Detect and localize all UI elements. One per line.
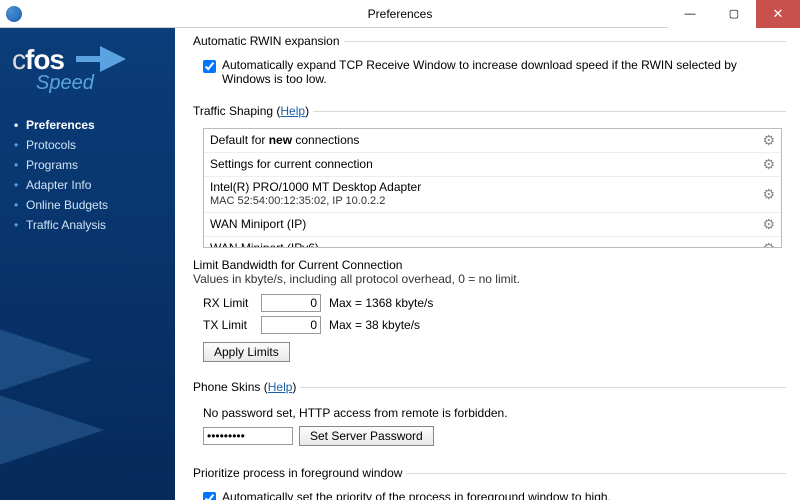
section-traffic-legend: Traffic Shaping (Help) [193, 104, 313, 118]
conn-row-adapter[interactable]: Intel(R) PRO/1000 MT Desktop Adapter MAC… [204, 177, 781, 213]
nav-online-budgets[interactable]: Online Budgets [14, 195, 175, 215]
rwin-checkbox-label: Automatically expand TCP Receive Window … [222, 58, 786, 86]
gear-icon[interactable]: ⚙ [762, 132, 775, 149]
nav-protocols[interactable]: Protocols [14, 135, 175, 155]
server-password-input[interactable] [203, 427, 293, 445]
nav-traffic-analysis[interactable]: Traffic Analysis [14, 215, 175, 235]
rx-limit-label: RX Limit [203, 296, 253, 310]
conn-label: Intel(R) PRO/1000 MT Desktop Adapter MAC… [210, 180, 421, 209]
conn-row-current[interactable]: Settings for current connection ⚙ [204, 153, 781, 177]
section-phone-legend: Phone Skins (Help) [193, 380, 300, 394]
apply-limits-button[interactable]: Apply Limits [203, 342, 290, 362]
app-icon [6, 6, 22, 22]
rwin-checkbox[interactable] [203, 60, 216, 73]
nav-programs[interactable]: Programs [14, 155, 175, 175]
window-controls: — ▢ ✕ [668, 0, 800, 28]
titlebar: Preferences — ▢ ✕ [0, 0, 800, 28]
nav-preferences[interactable]: Preferences [14, 115, 175, 135]
sidebar-decoration [0, 300, 175, 500]
gear-icon[interactable]: ⚙ [762, 216, 775, 233]
rx-limit-max: Max = 1368 kbyte/s [329, 296, 433, 310]
nav-list: Preferences Protocols Programs Adapter I… [0, 115, 175, 235]
close-button[interactable]: ✕ [756, 0, 800, 28]
section-rwin-legend: Automatic RWIN expansion [193, 34, 344, 48]
prioritize-checkbox[interactable] [203, 492, 216, 500]
section-traffic: Traffic Shaping (Help) Default for new c… [193, 104, 786, 368]
section-prioritize-legend: Prioritize process in foreground window [193, 466, 406, 480]
conn-row-wan-ipv6[interactable]: WAN Miniport (IPv6) ⚙ [204, 237, 781, 248]
phone-text: No password set, HTTP access from remote… [203, 406, 786, 420]
gear-icon[interactable]: ⚙ [762, 156, 775, 173]
tx-limit-max: Max = 38 kbyte/s [329, 318, 420, 332]
gear-icon[interactable]: ⚙ [762, 186, 775, 203]
section-prioritize: Prioritize process in foreground window … [193, 466, 786, 500]
set-server-password-button[interactable]: Set Server Password [299, 426, 434, 446]
prioritize-checkbox-label: Automatically set the priority of the pr… [222, 490, 611, 500]
logo: cfos Speed [0, 28, 175, 115]
conn-label: WAN Miniport (IPv6) [210, 241, 319, 248]
conn-label: Default for new connections [210, 133, 359, 148]
gear-icon[interactable]: ⚙ [762, 240, 775, 248]
tx-limit-input[interactable] [261, 316, 321, 334]
sidebar: cfos Speed Preferences Protocols Program… [0, 28, 175, 500]
tx-limit-label: TX Limit [203, 318, 253, 332]
connection-list[interactable]: Default for new connections ⚙ Settings f… [203, 128, 782, 248]
conn-row-default[interactable]: Default for new connections ⚙ [204, 129, 781, 153]
nav-adapter-info[interactable]: Adapter Info [14, 175, 175, 195]
conn-label: Settings for current connection [210, 157, 373, 172]
conn-row-wan-ip[interactable]: WAN Miniport (IP) ⚙ [204, 213, 781, 237]
content-pane[interactable]: Automatic RWIN expansion Automatically e… [175, 28, 800, 500]
section-phone-skins: Phone Skins (Help) No password set, HTTP… [193, 380, 786, 454]
limit-subtitle: Values in kbyte/s, including all protoco… [193, 272, 786, 286]
section-rwin: Automatic RWIN expansion Automatically e… [193, 34, 786, 92]
limit-title: Limit Bandwidth for Current Connection [193, 258, 786, 272]
minimize-button[interactable]: — [668, 0, 712, 28]
traffic-help-link[interactable]: Help [280, 104, 305, 118]
phone-help-link[interactable]: Help [268, 380, 293, 394]
rx-limit-input[interactable] [261, 294, 321, 312]
conn-label: WAN Miniport (IP) [210, 217, 306, 232]
maximize-button[interactable]: ▢ [712, 0, 756, 28]
